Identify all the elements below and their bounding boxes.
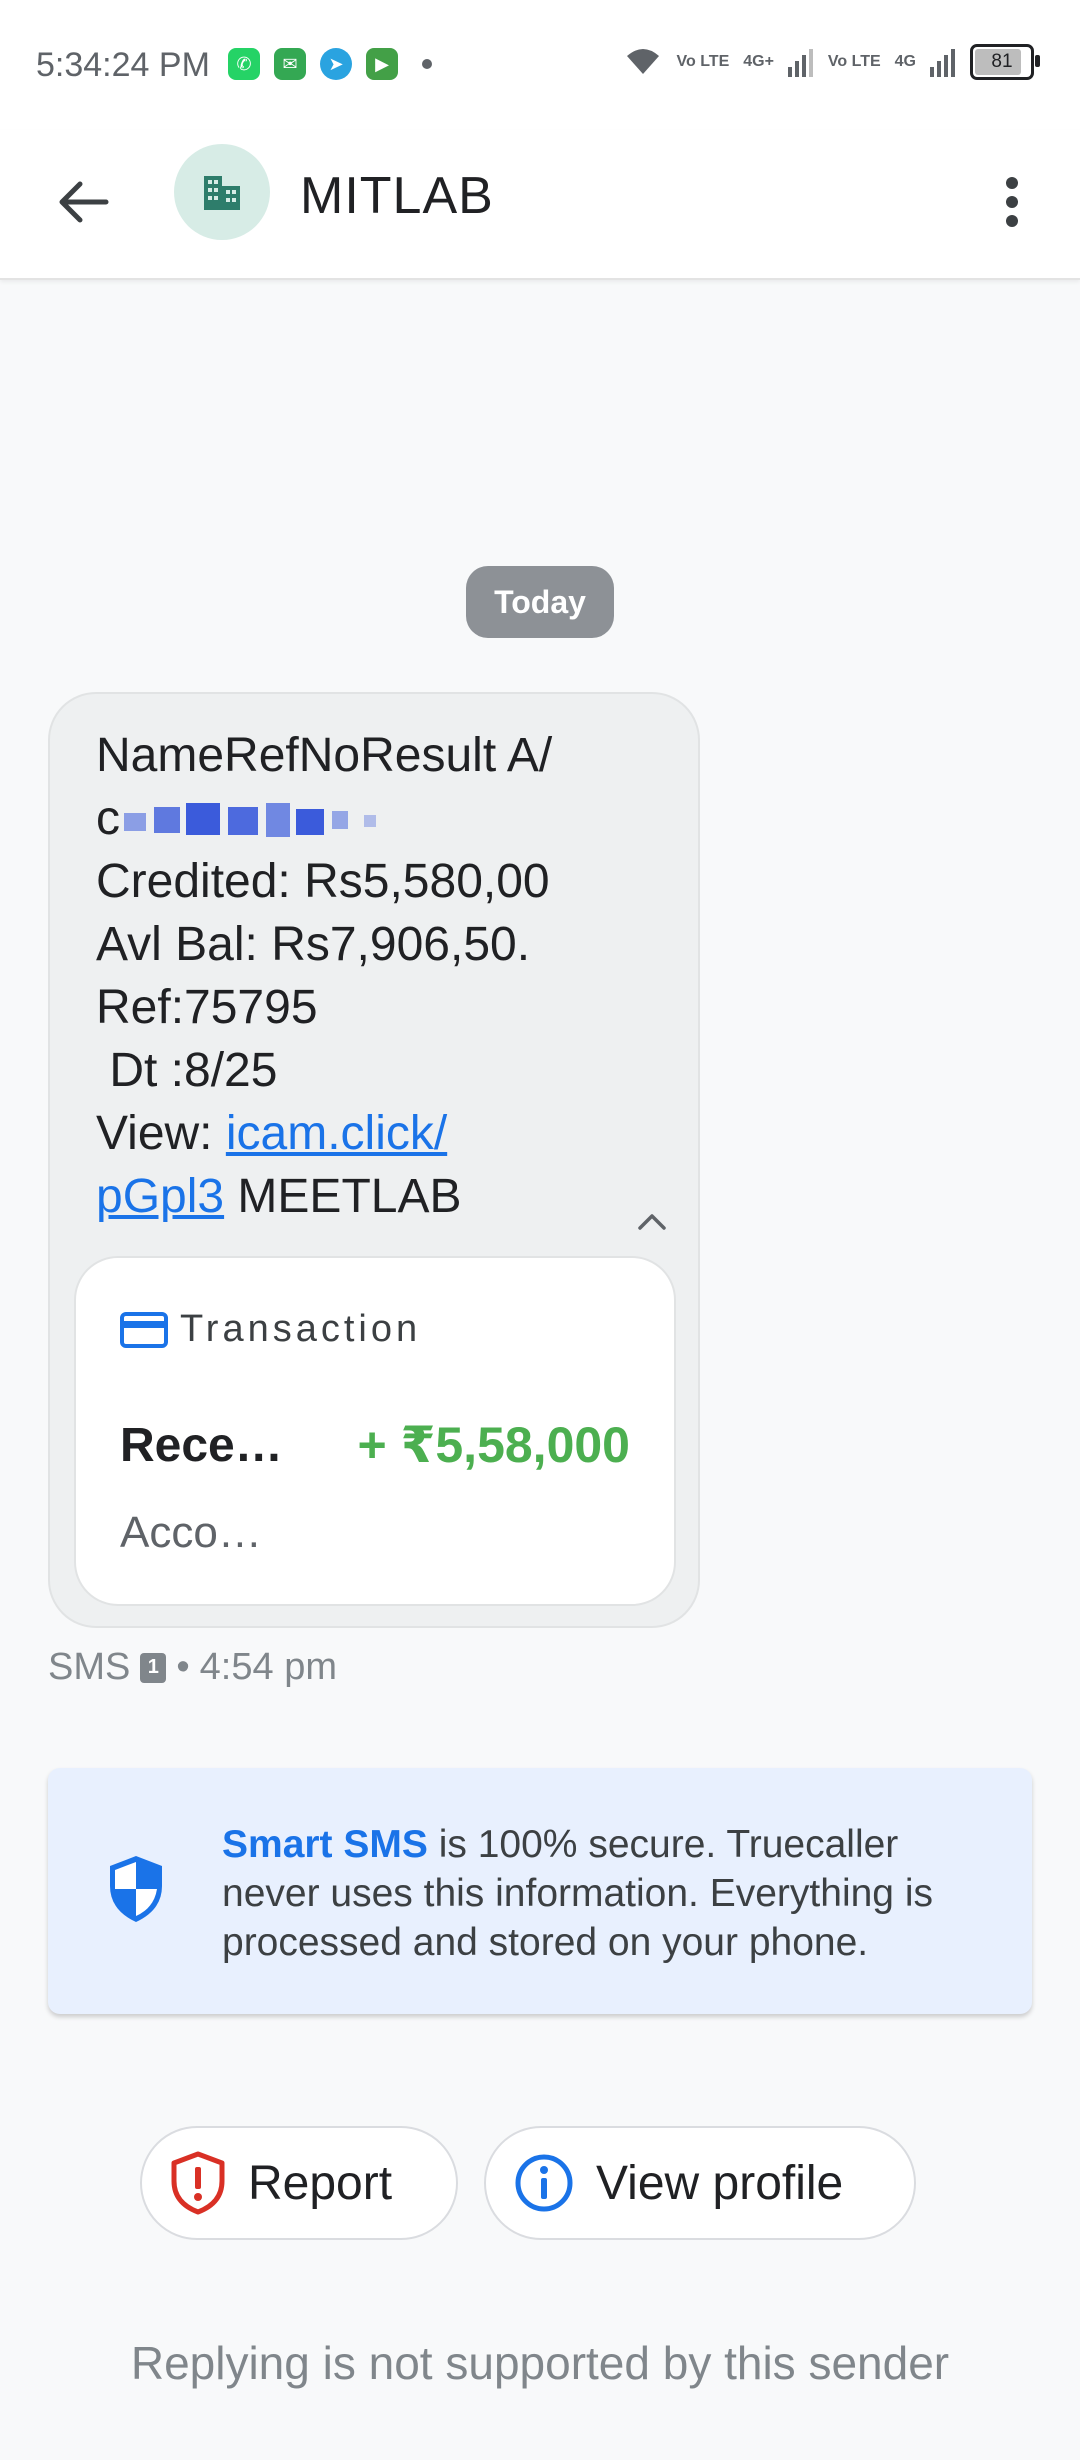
transaction-title: Transaction: [180, 1308, 422, 1350]
report-shield-icon: [170, 2151, 226, 2215]
telegram-icon: ➤: [320, 48, 352, 80]
whatsapp-icon: ✆: [228, 48, 260, 80]
message-line: Avl Bal: Rs7,906,50.: [96, 918, 531, 971]
transaction-sub-label: Acco…: [120, 1508, 262, 1557]
smart-sms-description: Smart SMS is 100% secure. Truecaller nev…: [222, 1820, 1002, 1967]
message-line: c: [96, 792, 120, 845]
smart-sms-highlight: Smart SMS: [222, 1823, 428, 1866]
transaction-label: Rece…: [120, 1419, 283, 1472]
message-line-redacted: c: [96, 787, 656, 850]
transaction-card[interactable]: Transaction Rece… + ₹5,58,000 Acco…: [74, 1256, 676, 1606]
message-line-link: pGpl3 MEETLAB: [96, 1165, 656, 1228]
more-notifications-dot: [422, 59, 432, 69]
message-type: SMS: [48, 1646, 131, 1688]
chevron-up-icon: [638, 1214, 666, 1230]
report-button[interactable]: Report: [140, 2126, 458, 2240]
message-body: NameRefNoResult A/ c Credited: Rs5,580,0…: [96, 724, 656, 1228]
message-line-view: View: icam.click/: [96, 1102, 656, 1165]
message-line: Ref:75795: [96, 981, 318, 1034]
more-vert-icon: [1006, 177, 1018, 227]
info-icon: [514, 2153, 574, 2213]
volte-2-label: Vo LTE: [827, 53, 881, 70]
message-line: View:: [96, 1107, 226, 1160]
message-time: 4:54 pm: [199, 1646, 337, 1688]
system-icons: Vo LTE 4G+ Vo LTE 4G 81: [623, 44, 1040, 80]
message-line: Credited: Rs5,580,00: [96, 855, 550, 908]
sim-card-icon: 1: [140, 1652, 167, 1683]
network-4g-label: 4G: [894, 53, 916, 70]
back-button[interactable]: [44, 162, 124, 242]
reply-not-supported-notice: Replying is not supported by this sender: [130, 2337, 950, 2389]
message-link-continued[interactable]: pGpl3: [96, 1170, 224, 1223]
smart-sms-info-card: Smart SMS is 100% secure. Truecaller nev…: [48, 1768, 1032, 2014]
sender-avatar[interactable]: [174, 144, 270, 240]
status-time: 5:34:24 PM: [36, 46, 210, 84]
sender-name[interactable]: MITLAB: [300, 166, 494, 226]
meta-separator: •: [176, 1646, 190, 1688]
battery-level: 81: [991, 51, 1013, 72]
signal-strength-1-icon: [787, 49, 813, 77]
signal-strength-2-icon: [930, 49, 955, 77]
message-line: MEETLAB: [224, 1170, 462, 1223]
status-bar: 5:34:24 PM ✆ ✉ ➤ ▶ Vo LTE 4G+ Vo LTE 4G …: [0, 0, 1080, 130]
message-meta: SMS 1 • 4:54 pm: [48, 1646, 337, 1689]
date-divider-chip: Today: [466, 566, 614, 638]
message-link[interactable]: icam.click/: [226, 1107, 447, 1160]
view-profile-label: View profile: [596, 2156, 844, 2210]
credit-card-icon: [120, 1311, 168, 1348]
report-label: Report: [248, 2156, 393, 2210]
mail-app-icon: ✉: [274, 48, 306, 80]
shield-icon: [110, 1856, 162, 1922]
collapse-button[interactable]: [622, 1192, 682, 1252]
message-line: NameRefNoResult A/: [96, 729, 553, 782]
notification-icons: ✆ ✉ ➤ ▶: [228, 48, 432, 80]
transaction-amount: + ₹5,58,000: [357, 1417, 630, 1473]
wifi-icon: [626, 49, 659, 74]
message-line: Dt :8/25: [96, 1044, 278, 1097]
youtube-icon: ▶: [366, 48, 398, 80]
network-4g-plus-label: 4G+: [743, 53, 774, 70]
volte-1-label: Vo LTE: [676, 53, 730, 70]
battery-icon: 81: [970, 44, 1040, 80]
view-profile-button[interactable]: View profile: [484, 2126, 916, 2240]
overflow-menu-button[interactable]: [972, 162, 1052, 242]
business-building-icon: [204, 176, 240, 210]
arrow-back-icon: [59, 181, 109, 223]
redacted-account-number: [120, 799, 430, 843]
message-bubble[interactable]: NameRefNoResult A/ c Credited: Rs5,580,0…: [48, 692, 700, 1628]
conversation-header: MITLAB: [0, 130, 1080, 280]
transaction-card-header: Transaction: [120, 1308, 421, 1351]
